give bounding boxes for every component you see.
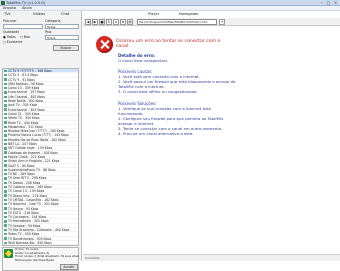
back-icon[interactable]: ◀ (85, 19, 91, 25)
list-item[interactable]: TV Nordeste - 245 Kbps (3, 245, 78, 246)
address-field[interactable]: file:///C:/Program%20Files/TotalMix%20TV… (137, 19, 217, 25)
channel-label: TV Nordeste - 245 Kbps (8, 245, 45, 246)
tv-icon (4, 83, 7, 85)
tab-chat[interactable]: Chat (61, 11, 69, 17)
tv-icon (4, 199, 7, 201)
tv-icon (4, 104, 7, 106)
minimize-icon[interactable]: – (318, 0, 325, 5)
tv-icon (4, 233, 7, 235)
tv-icon (4, 87, 7, 89)
tv-icon (4, 207, 7, 209)
solution-4: 4. Procure um canal alternativo a este. (118, 131, 236, 136)
refresh-icon[interactable]: ↻ (106, 19, 112, 25)
tv-icon (4, 186, 7, 188)
search-label: Procurar (3, 19, 16, 23)
tv-icon (4, 117, 7, 119)
tv-icon (4, 224, 7, 226)
tv-icon (4, 78, 7, 80)
status-panel: Online: 79 canais Grátis: 0 (cadastrados… (2, 247, 79, 271)
tv-icon (4, 164, 7, 166)
category-select[interactable]: Todas (45, 24, 79, 29)
tv-icon (4, 194, 7, 196)
tv-icon (4, 242, 7, 244)
tv-icon (4, 121, 7, 123)
close-icon[interactable]: × (332, 0, 339, 5)
forward-icon[interactable]: ▶ (92, 19, 98, 25)
error-page: Ocorreu um erro ao tentar se conectar co… (83, 27, 340, 253)
favorites-icon[interactable]: ★ (120, 19, 126, 25)
tv-icon (4, 190, 7, 192)
tv-icon (4, 108, 7, 110)
search-input[interactable] (3, 24, 43, 29)
tv-icon (4, 151, 7, 153)
tv-icon (4, 113, 7, 115)
tv-icon (4, 74, 7, 76)
error-headline: Ocorreu um erro ao tentar se conectar co… (116, 39, 226, 49)
tv-icon (4, 96, 7, 98)
print-icon[interactable]: ▤ (127, 19, 133, 25)
status-line-4: Participação: Windows Media (15, 259, 54, 262)
radio-good-label: Boa (24, 35, 30, 39)
app-window: TotalMix TV (v1.0.0.0) – □ × Arquivo Aju… (0, 0, 340, 261)
tv-icon (4, 212, 7, 214)
tv-icon (4, 156, 7, 158)
search-button[interactable]: Buscar (53, 45, 79, 51)
tab-navegador[interactable]: Navegador (179, 11, 199, 17)
tv-icon (4, 91, 7, 93)
tv-icon (4, 134, 7, 136)
tv-icon (4, 139, 7, 141)
tv-icon (4, 169, 7, 171)
tv-icon (4, 126, 7, 128)
radio-excellent[interactable]: ○ Excelente (3, 40, 22, 44)
channels-panel: TVs Vídeos Chat Procurar Categoria Todas… (0, 11, 82, 261)
category-label: Categoria (45, 19, 61, 23)
maximize-icon[interactable]: □ (325, 0, 332, 5)
tv-icon (4, 220, 7, 222)
home-icon[interactable]: ⌂ (113, 19, 119, 25)
tv-icon (4, 177, 7, 179)
browser-panel: Player Navegador ◀ ▶ ■ ↻ ⌂ ★ ▤ file:///C… (83, 11, 340, 261)
radio-good[interactable]: ○ Boa (20, 35, 30, 39)
tv-icon (4, 147, 7, 149)
radio-all[interactable]: ● Todas (3, 35, 16, 39)
tv-icon (4, 100, 7, 102)
channel-list: CCTV 9 (???????) - 166 KbpsCCTV 4 - 87.4… (2, 68, 79, 246)
tab-videos[interactable]: Vídeos (33, 11, 45, 17)
quality-label: Qualidade (3, 30, 19, 34)
tv-icon (4, 203, 7, 205)
tab-player[interactable]: Player (148, 11, 159, 17)
radio-excellent-label: Excelente (7, 40, 23, 44)
solution-2: 2. Configure seu firewall para que permi… (118, 116, 236, 126)
cause-2: 2. Você possui um firewall que está bloq… (118, 79, 236, 89)
detail-text: O canal está indisponível. (118, 58, 236, 63)
go-icon[interactable]: → (219, 19, 225, 25)
country-label: País (45, 30, 51, 34)
tab-tvs[interactable]: TVs (4, 11, 11, 17)
tv-icon (4, 130, 7, 132)
stop-icon[interactable]: ■ (99, 19, 105, 25)
browser-toolbar: ◀ ▶ ■ ↻ ⌂ ★ ▤ file:///C:/Program%20Files… (83, 18, 340, 26)
tv-icon (4, 70, 7, 72)
country-select[interactable]: Todos (45, 35, 79, 40)
tv-icon (4, 237, 7, 239)
tv-icon (4, 160, 7, 162)
tv-icon (4, 182, 7, 184)
solution-1: 1. Verifique se sua conexão com a intern… (118, 106, 236, 116)
app-icon (1, 1, 5, 5)
radio-all-label: Todas (7, 35, 16, 39)
watch-button[interactable]: Assistir (60, 264, 78, 270)
status-bar: Concluído (83, 254, 340, 261)
tv-icon (4, 216, 7, 218)
tv-icon (4, 173, 7, 175)
tv-icon (4, 229, 7, 231)
brazil-flag-icon (4, 249, 13, 258)
tv-icon (4, 143, 7, 145)
error-icon (96, 36, 113, 53)
cause-3: 3. O canal está offline ou congestionado… (118, 89, 236, 94)
